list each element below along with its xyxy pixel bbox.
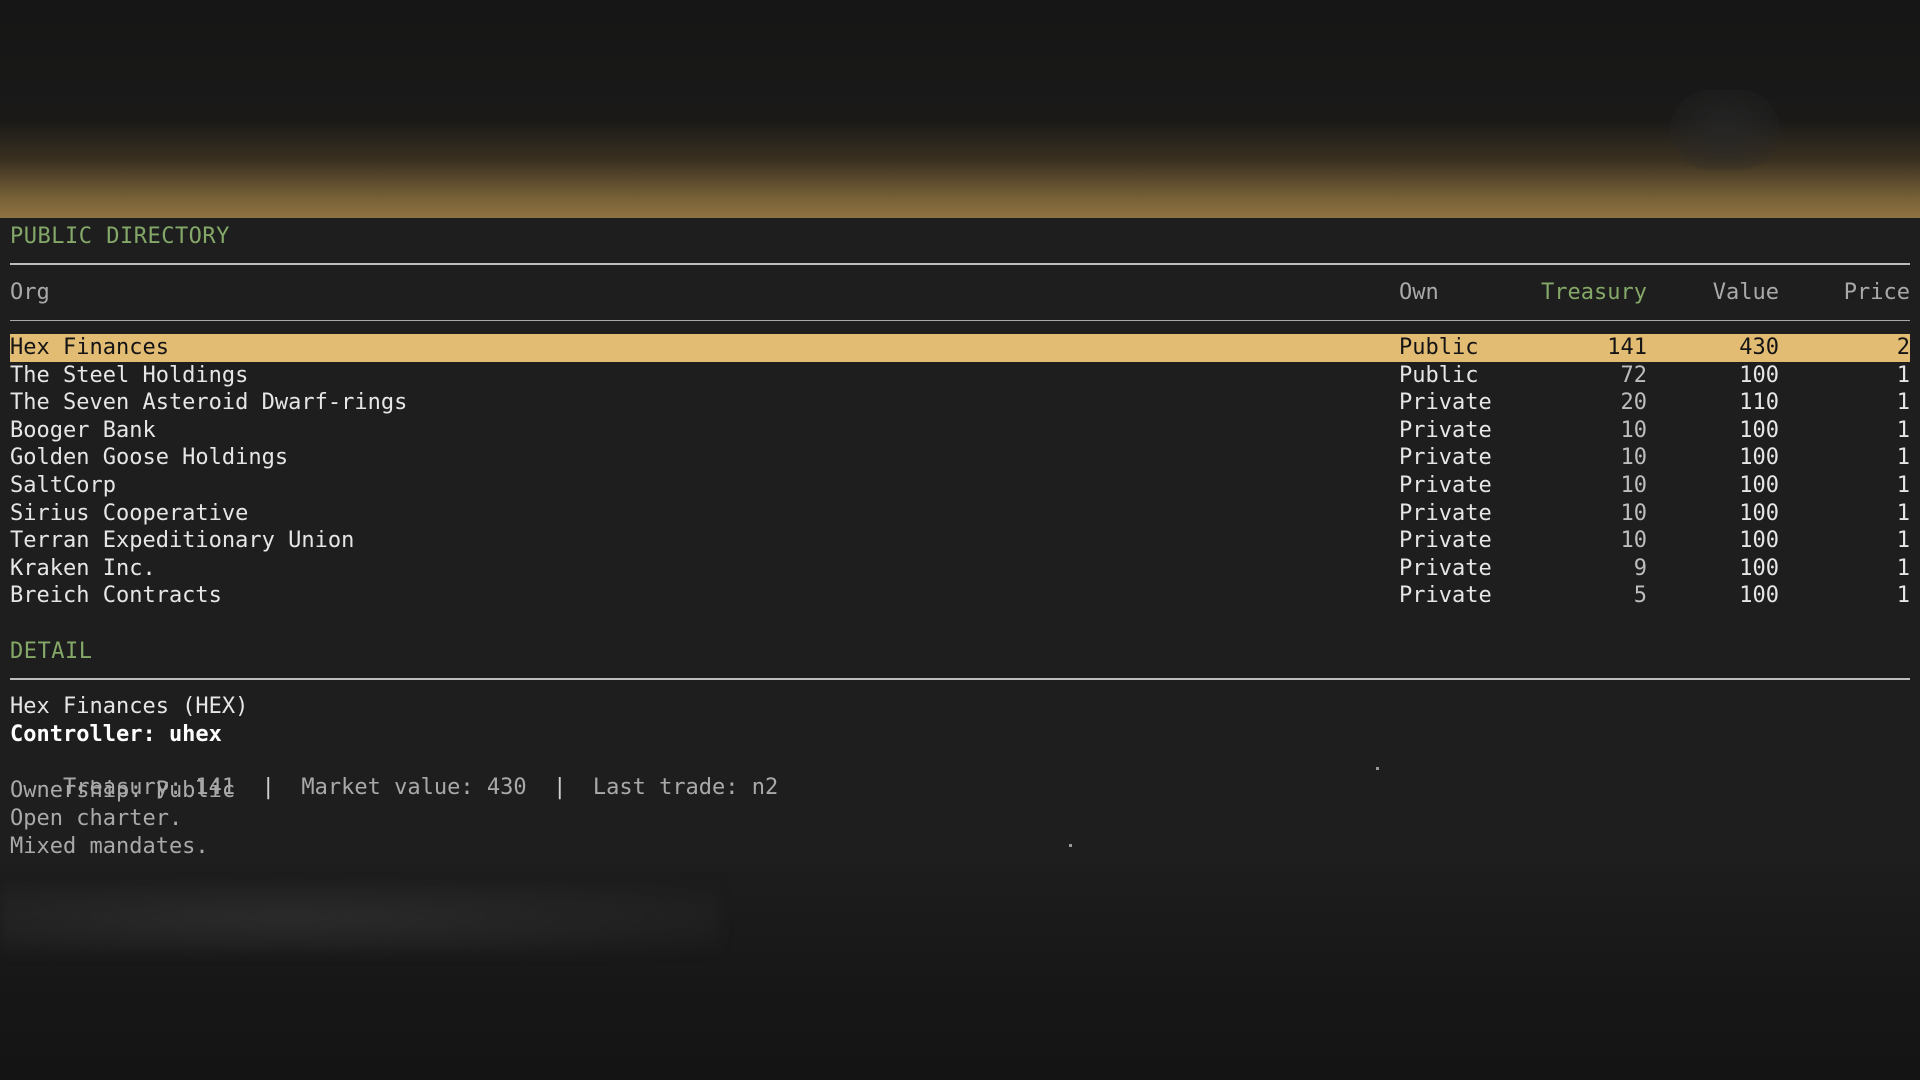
org-treasury: 141	[1607, 335, 1647, 360]
detail-mandates: Mixed mandates.	[10, 834, 209, 859]
table-row[interactable]: Booger Bank Private 10 100 1	[0, 417, 1920, 445]
org-treasury: 10	[1620, 445, 1648, 471]
org-ownership: Private	[1399, 472, 1492, 498]
org-name: Sirius Cooperative	[10, 500, 249, 526]
backdrop-blur-row	[0, 883, 720, 953]
org-treasury: 20	[1620, 390, 1648, 416]
org-name: Kraken Inc.	[10, 555, 156, 581]
org-name: The Steel Holdings	[10, 362, 249, 388]
detail-title: DETAIL	[10, 639, 93, 664]
org-price: 1	[1896, 528, 1910, 554]
org-price: 2	[1896, 335, 1910, 360]
org-price: 1	[1896, 445, 1910, 471]
org-price: 1	[1896, 583, 1910, 609]
directory-panel: PUBLIC DIRECTORY Org Own Treasury Value …	[0, 218, 1920, 863]
backdrop-blur-spot	[1670, 90, 1780, 170]
org-price: 1	[1896, 500, 1910, 526]
detail-ownership: Ownership: Public	[10, 778, 236, 803]
org-value: 100	[1739, 528, 1779, 554]
org-price: 1	[1896, 472, 1910, 498]
org-name: Hex Finances	[10, 335, 169, 360]
table-row[interactable]: Kraken Inc. Private 9 100 1	[0, 555, 1920, 583]
org-table: Hex Finances Public 141 430 2 The Steel …	[0, 334, 1920, 610]
org-value: 100	[1739, 500, 1779, 526]
org-ownership: Private	[1399, 417, 1492, 443]
detail-separator: |	[261, 775, 275, 800]
org-ownership: Private	[1399, 500, 1492, 526]
org-value: 110	[1739, 390, 1779, 416]
detail-controller: Controller: uhex	[10, 722, 222, 747]
table-row[interactable]: Breich Contracts Private 5 100 1	[0, 582, 1920, 610]
table-row[interactable]: SaltCorp Private 10 100 1	[0, 472, 1920, 500]
table-row[interactable]: Terran Expeditionary Union Private 10 10…	[0, 527, 1920, 555]
dust-speck	[1376, 767, 1379, 770]
table-row[interactable]: Sirius Cooperative Private 10 100 1	[0, 500, 1920, 528]
org-value: 100	[1739, 445, 1779, 471]
detail-title-rule	[10, 678, 1910, 680]
org-value: 100	[1739, 472, 1779, 498]
detail-last-trade: Last trade: n2	[592, 775, 779, 800]
directory-title: PUBLIC DIRECTORY	[10, 224, 230, 249]
org-price: 1	[1896, 390, 1910, 416]
org-ownership: Private	[1399, 583, 1492, 609]
org-name: The Seven Asteroid Dwarf-rings	[10, 390, 408, 416]
org-name: Golden Goose Holdings	[10, 445, 289, 471]
column-header-rule	[10, 320, 1910, 321]
org-value: 100	[1739, 362, 1779, 388]
org-price: 1	[1896, 555, 1910, 581]
org-price: 1	[1896, 417, 1910, 443]
org-treasury: 9	[1633, 555, 1647, 581]
top-backdrop	[0, 0, 1920, 218]
column-header-treasury[interactable]: Treasury	[1541, 280, 1647, 305]
org-treasury: 10	[1620, 528, 1648, 554]
org-ownership: Private	[1399, 555, 1492, 581]
column-header-price[interactable]: Price	[1844, 280, 1910, 305]
org-treasury: 5	[1633, 583, 1647, 609]
org-treasury: 10	[1620, 417, 1648, 443]
directory-title-rule	[10, 263, 1910, 265]
table-row[interactable]: The Seven Asteroid Dwarf-rings Private 2…	[0, 389, 1920, 417]
detail-org-name: Hex Finances (HEX)	[10, 694, 249, 719]
org-ownership: Private	[1399, 528, 1492, 554]
dust-speck	[1069, 844, 1072, 847]
detail-separator: |	[553, 775, 567, 800]
org-value: 430	[1739, 335, 1779, 360]
column-header-org[interactable]: Org	[10, 280, 50, 305]
table-row-selected[interactable]: Hex Finances Public 141 430 2	[10, 334, 1910, 362]
org-name: Breich Contracts	[10, 583, 222, 609]
org-ownership: Public	[1399, 362, 1479, 388]
org-ownership: Private	[1399, 445, 1492, 471]
org-treasury: 10	[1620, 500, 1648, 526]
org-value: 100	[1739, 555, 1779, 581]
table-row[interactable]: The Steel Holdings Public 72 100 1	[0, 362, 1920, 390]
detail-charter: Open charter.	[10, 806, 183, 831]
org-value: 100	[1739, 417, 1779, 443]
column-header-value[interactable]: Value	[1713, 280, 1779, 305]
table-row[interactable]: Golden Goose Holdings Private 10 100 1	[0, 444, 1920, 472]
org-treasury: 10	[1620, 472, 1648, 498]
org-ownership: Public	[1399, 335, 1479, 360]
org-value: 100	[1739, 583, 1779, 609]
column-header-own[interactable]: Own	[1399, 280, 1439, 305]
org-name: Booger Bank	[10, 417, 156, 443]
org-treasury: 72	[1620, 362, 1648, 388]
bottom-backdrop	[0, 863, 1920, 1080]
org-ownership: Private	[1399, 390, 1492, 416]
org-name: Terran Expeditionary Union	[10, 528, 355, 554]
org-price: 1	[1896, 362, 1910, 388]
detail-market-value: Market value: 430	[301, 775, 527, 800]
org-name: SaltCorp	[10, 472, 116, 498]
